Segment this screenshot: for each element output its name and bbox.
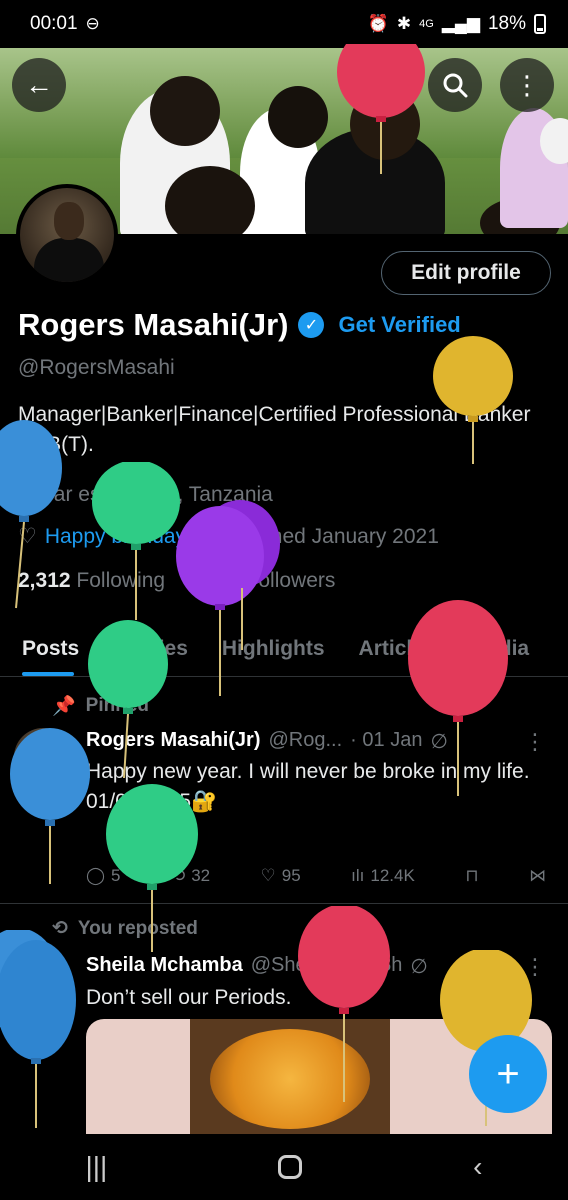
post-more-icon[interactable]: ⋮ bbox=[524, 954, 546, 980]
status-time: 00:01 bbox=[30, 13, 78, 34]
post-text: Happy new year. I will never be broke in… bbox=[86, 760, 530, 813]
plus-icon: + bbox=[496, 1051, 520, 1096]
more-vertical-icon: ⋮ bbox=[514, 70, 540, 100]
post-avatar[interactable] bbox=[14, 728, 72, 786]
repost-icon: ⟲ bbox=[170, 866, 186, 885]
post-header: Rogers Masahi(Jr) @Rog... · 01 Jan ∅ bbox=[86, 729, 526, 754]
repost-button[interactable]: ⟲ 32 bbox=[171, 866, 210, 886]
back-nav-icon[interactable]: ‹ bbox=[473, 1151, 482, 1183]
get-verified-link[interactable]: Get Verified bbox=[338, 312, 460, 338]
signal-icon: ▂▄▆ bbox=[441, 14, 480, 33]
profile-handle: @RogersMasahi bbox=[18, 356, 175, 379]
post-author-handle: @SheilaM... bbox=[250, 954, 360, 976]
alarm-icon: ⏰ bbox=[367, 14, 389, 33]
post-divider bbox=[0, 903, 568, 904]
post-header: Sheila Mchamba @SheilaM... · 8h ∅ bbox=[86, 954, 526, 979]
repost-icon: ⟲ bbox=[52, 918, 68, 939]
battery-icon bbox=[534, 14, 546, 34]
balloon-icon: ♡ bbox=[18, 525, 37, 548]
tab-media[interactable]: Media bbox=[453, 625, 547, 676]
post-author-name[interactable]: Rogers Masahi(Jr) bbox=[86, 729, 261, 754]
system-nav-bar: ||| ‹ bbox=[0, 1134, 568, 1200]
tab-posts[interactable]: Posts bbox=[0, 625, 96, 676]
back-button[interactable]: ← bbox=[12, 58, 66, 112]
home-icon[interactable] bbox=[278, 1155, 303, 1179]
verified-badge-icon: ✓ bbox=[298, 312, 325, 338]
profile-tabs: Posts Replies Highlights Articles Media bbox=[0, 625, 568, 677]
views-button[interactable]: ılı 12.4K bbox=[351, 866, 415, 886]
share-button[interactable]: ⋈ bbox=[529, 866, 546, 886]
pin-icon: 📌 bbox=[52, 696, 76, 717]
grok-icon: ∅ bbox=[410, 956, 428, 978]
post-text: Don’t sell our Periods. bbox=[86, 986, 292, 1009]
recent-apps-icon[interactable]: ||| bbox=[85, 1151, 107, 1183]
repost-context: ⟲ You reposted bbox=[52, 917, 198, 940]
tab-replies[interactable]: Replies bbox=[96, 625, 205, 676]
profile-location: ⌾ Dar es Salaam, Tanzania bbox=[18, 483, 273, 507]
profile-dates: ♡ Happy birthday ▦ Joined January 2021 bbox=[18, 524, 439, 549]
followers-link[interactable]: 9,157 Followers bbox=[187, 569, 335, 593]
post-avatar[interactable] bbox=[14, 952, 72, 1010]
heart-icon: ♡ bbox=[260, 866, 276, 885]
search-button[interactable] bbox=[428, 58, 482, 112]
bookmark-button[interactable]: ⊓ bbox=[465, 866, 478, 886]
search-icon bbox=[443, 73, 468, 98]
location-text: Dar es Salaam, Tanzania bbox=[38, 483, 273, 506]
post-time: · 01 Jan bbox=[350, 729, 423, 751]
grok-icon: ∅ bbox=[430, 731, 448, 753]
like-button[interactable]: ♡ 95 bbox=[261, 866, 301, 886]
arrow-left-icon: ← bbox=[25, 69, 53, 100]
tab-articles[interactable]: Articles bbox=[342, 625, 453, 676]
tab-highlights[interactable]: Highlights bbox=[205, 625, 342, 676]
reply-icon: ◯ bbox=[86, 866, 106, 885]
pinned-label: 📌 Pinned bbox=[52, 695, 150, 717]
compose-button[interactable]: + bbox=[469, 1035, 547, 1113]
profile-avatar[interactable] bbox=[16, 184, 118, 286]
views-icon: ılı bbox=[351, 866, 365, 885]
do-not-disturb-icon: ⊖ bbox=[85, 14, 100, 33]
profile-name: Rogers Masahi(Jr) bbox=[18, 307, 289, 342]
follow-stats: 2,312 Following 9,157 Followers bbox=[18, 569, 335, 593]
post-actions: ◯ 5 ⟲ 32 ♡ 95 ılı 12.4K ⊓ ⋈ bbox=[86, 866, 546, 886]
network-type: 4G bbox=[419, 18, 434, 30]
calendar-icon: ▦ bbox=[216, 525, 236, 548]
post-author-handle: @Rog... bbox=[268, 729, 343, 751]
location-pin-icon: ⌾ bbox=[18, 483, 31, 506]
post-time: · 8h bbox=[367, 954, 403, 976]
more-button[interactable]: ⋮ bbox=[500, 58, 554, 112]
profile-bio: Manager|Banker|Finance|Certified Profess… bbox=[18, 403, 531, 456]
joined-date: Joined January 2021 bbox=[243, 524, 439, 548]
edit-profile-button[interactable]: Edit profile bbox=[381, 251, 551, 295]
reply-button[interactable]: ◯ 5 bbox=[86, 866, 121, 886]
post-more-icon[interactable]: ⋮ bbox=[524, 729, 546, 755]
status-bar: 00:01 ⊖ ⏰ ✱ 4G ▂▄▆ 18% bbox=[0, 0, 568, 48]
profile-name-row: Rogers Masahi(Jr) ✓ Get Verified bbox=[18, 307, 461, 343]
share-icon: ⋈ bbox=[528, 866, 546, 885]
bluetooth-icon: ✱ bbox=[396, 14, 412, 33]
following-link[interactable]: 2,312 Following bbox=[18, 569, 165, 593]
post-author-name[interactable]: Sheila Mchamba bbox=[86, 954, 243, 979]
bookmark-icon: ⊓ bbox=[465, 866, 479, 885]
battery-percent: 18% bbox=[487, 13, 526, 34]
birthday-link[interactable]: Happy birthday bbox=[45, 525, 186, 549]
